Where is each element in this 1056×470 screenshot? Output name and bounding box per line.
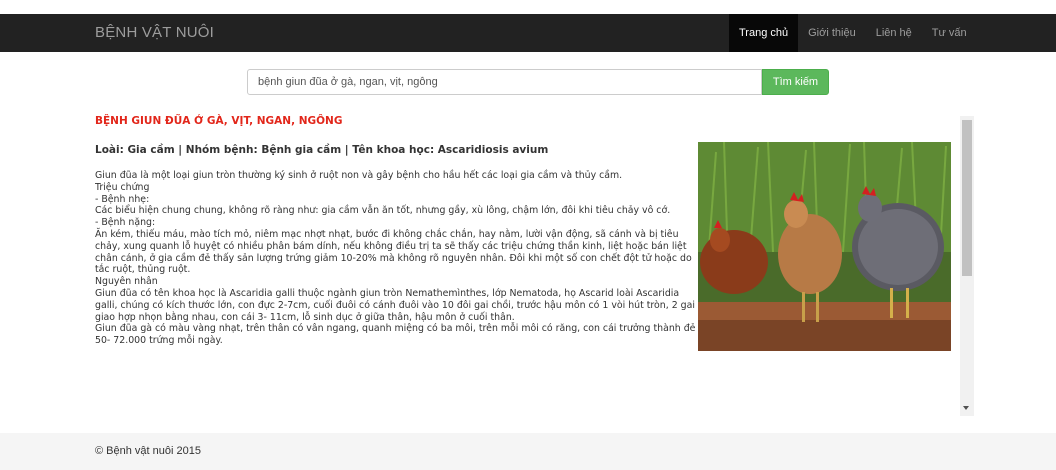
- article-body: Giun đũa là một loại giun tròn thường ký…: [95, 170, 701, 347]
- search-input[interactable]: [247, 69, 762, 95]
- article-paragraph: Giun đũa gà có màu vàng nhạt, trên thân …: [95, 323, 696, 347]
- article-paragraph: - Bệnh nặng:: [95, 217, 156, 229]
- nav-item-about[interactable]: Giới thiệu: [798, 14, 866, 52]
- scrollbar-thumb[interactable]: [962, 120, 972, 276]
- chicken-photo-image: [698, 142, 951, 351]
- article-scrollbar[interactable]: [960, 116, 974, 416]
- chicken-photo: [698, 142, 951, 351]
- article-paragraph: Các biểu hiện chung chung, không rõ ràng…: [95, 205, 671, 217]
- article-meta: Loài: Gia cầm | Nhóm bệnh: Bệnh gia cầm …: [95, 144, 549, 156]
- article-paragraph: Ăn kém, thiếu máu, mào tích mỏ, niêm mạc…: [95, 228, 692, 276]
- search-bar: Tìm kiếm: [247, 69, 829, 95]
- page-footer: © Bệnh vật nuôi 2015: [0, 433, 1056, 470]
- nav-item-contact[interactable]: Liên hệ: [866, 14, 922, 52]
- article-title: BỆNH GIUN ĐŨA Ở GÀ, VỊT, NGAN, NGỖNG: [95, 115, 343, 127]
- article-paragraph: Triệu chứng: [95, 181, 150, 193]
- top-navbar: BỆNH VẬT NUÔI Trang chủ Giới thiệu Liên …: [0, 14, 1056, 52]
- nav-item-consult[interactable]: Tư vấn: [922, 14, 977, 52]
- article-paragraph: Giun đũa có tên khoa học là Ascaridia ga…: [95, 287, 695, 323]
- main-nav: Trang chủ Giới thiệu Liên hệ Tư vấn: [729, 14, 977, 52]
- article-frame[interactable]: BỆNH GIUN ĐŨA Ở GÀ, VỊT, NGAN, NGỖNG Loà…: [95, 114, 975, 416]
- article-paragraph: Nguyên nhân: [95, 276, 158, 288]
- site-brand[interactable]: BỆNH VẬT NUÔI: [95, 14, 214, 52]
- nav-item-home[interactable]: Trang chủ: [729, 14, 799, 52]
- article-paragraph: Giun đũa là một loại giun tròn thường ký…: [95, 170, 623, 181]
- footer-copyright: © Bệnh vật nuôi 2015: [95, 445, 201, 457]
- scroll-down-arrow-icon[interactable]: [963, 406, 969, 410]
- search-button[interactable]: Tìm kiếm: [762, 69, 829, 95]
- article-paragraph: - Bệnh nhẹ:: [95, 193, 150, 205]
